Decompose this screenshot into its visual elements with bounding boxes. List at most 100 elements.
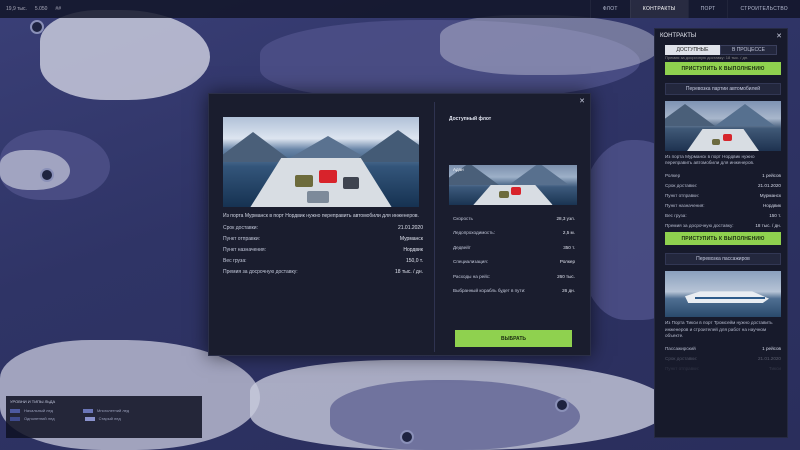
stat-key: Выбранный корабль будет в пути: <box>453 288 526 294</box>
ice-region <box>0 150 70 190</box>
detail-key: Пункт отправки: <box>665 365 700 371</box>
stat-row: Специализация: Ролкер <box>449 255 579 270</box>
ship-stats: Скорость 28,3 узл. Ледопроходимость: 2,5 м… <box>449 211 579 298</box>
panel-tabs: ДОСТУПНЫЕ В ПРОЦЕССЕ <box>665 45 777 55</box>
detail-row: Пункт отправки: Тикси <box>665 363 781 373</box>
detail-key: Пункт назначения: <box>665 202 705 208</box>
port-marker[interactable] <box>555 398 569 412</box>
select-button[interactable]: ВЫБРАТЬ <box>455 330 572 347</box>
detail-key: Срок доставки: <box>665 355 698 361</box>
nav-fleet[interactable]: ФЛОТ <box>589 0 630 18</box>
contract-image <box>665 271 781 318</box>
detail-key: Премия за досрочную доставку: <box>223 268 298 275</box>
port-marker[interactable] <box>30 20 44 34</box>
resource-stat: ## <box>55 6 61 12</box>
car-shape <box>307 191 329 203</box>
detail-row: Ролкер 1 рейсов <box>665 170 781 180</box>
legend-swatch <box>10 408 20 413</box>
start-contract-button[interactable]: ПРИСТУПИТЬ К ВЫПОЛНЕНИЮ <box>665 62 781 75</box>
nav-construction[interactable]: СТРОИТЕЛЬСТВО <box>727 0 800 18</box>
stat-row: Ледопроходимость: 2,5 м. <box>449 226 579 241</box>
divider <box>434 102 435 352</box>
tab-in-progress[interactable]: В ПРОЦЕССЕ <box>720 45 777 55</box>
resource-stats: 19,9 тыс. 5.050 ## <box>0 6 61 12</box>
contract-details: Ролкер 1 рейсов Срок доставки: 21.01.2020 … <box>665 170 781 230</box>
legend-label: Многолетний лед <box>97 408 130 413</box>
contract-description: Из порта Мурманск в порт Нордвик нужно п… <box>223 213 419 219</box>
stat-key: Расходы на рейс: <box>453 273 491 279</box>
car-shape <box>511 187 521 195</box>
mountain-shape <box>665 104 715 126</box>
tab-available[interactable]: ДОСТУПНЫЕ <box>665 45 720 55</box>
detail-value: 18 тыс. / дн. <box>395 268 423 275</box>
detail-key: Вес груза: <box>223 257 247 264</box>
detail-key: Премия за досрочную доставку: <box>665 222 734 228</box>
legend-label: Старый лед <box>98 416 121 421</box>
detail-key: Вес груза: <box>665 212 687 218</box>
detail-value: 1 рейсов <box>762 345 781 351</box>
legend-item: Однолетний лед <box>10 416 55 421</box>
legend-label: Начальный лед <box>24 408 53 413</box>
stat-value: 350 т. <box>563 244 575 250</box>
contract-title[interactable]: Перевозка пассажиров <box>665 253 781 266</box>
top-bar: 19,9 тыс. 5.050 ## ФЛОТ КОНТРАКТЫ ПОРТ С… <box>0 0 800 18</box>
stat-value: Ролкер <box>559 259 575 265</box>
detail-row: Премия за досрочную доставку: 18 тыс. / д… <box>665 220 781 230</box>
mountain-shape <box>715 104 775 126</box>
land-region <box>330 380 580 450</box>
stat-value: 260 тыс. <box>557 273 575 279</box>
detail-row: Срок доставки: 21.01.2020 <box>665 353 781 363</box>
ship-card[interactable]: Адан <box>449 165 577 205</box>
ice-legend: УРОВНИ И ТИПЫ ЛЬДА Начальный лед Многоле… <box>6 396 202 438</box>
detail-key: Срок доставки: <box>665 182 698 188</box>
contracts-list[interactable]: Премия за досрочную доставку: 18 тыс. / … <box>665 55 781 437</box>
stat-key: Скорость <box>453 215 473 221</box>
top-nav: ФЛОТ КОНТРАКТЫ ПОРТ СТРОИТЕЛЬСТВО <box>589 0 800 18</box>
contract-description: Из порта Мурманск в порт Нордвик нужно п… <box>665 154 755 166</box>
available-fleet: Доступный флот Адан Скорость 28,3 узл. Ле… <box>449 116 579 298</box>
port-marker[interactable] <box>40 168 54 182</box>
contract-title[interactable]: Перевозка партии автомобилей <box>665 83 781 95</box>
resource-stat: 5.050 <box>34 6 48 12</box>
detail-row: Срок доставки: 21.01.2020 <box>665 180 781 190</box>
panel-title: КОНТРАКТЫ <box>660 33 697 39</box>
stat-value: 28,3 узл. <box>556 215 575 221</box>
contract-image <box>223 117 419 207</box>
detail-key: Пассажирский <box>665 345 696 351</box>
ice-region <box>40 10 210 100</box>
close-icon[interactable]: ✕ <box>579 97 585 105</box>
contract-description: Из Порта Тикси в порт Тромсейм нужно дос… <box>665 320 773 338</box>
legend-title: УРОВНИ И ТИПЫ ЛЬДА <box>10 399 56 404</box>
detail-row: Пункт назначения: Нордвик <box>223 244 423 255</box>
port-marker[interactable] <box>400 430 414 444</box>
detail-row: Премия за досрочную доставку: 18 тыс. / д… <box>223 266 423 277</box>
detail-value: 18 тыс. / дн. <box>755 222 781 228</box>
detail-row: Пункт отправки: Мурманск <box>223 233 423 244</box>
stat-row: Дедвейт 350 т. <box>449 240 579 255</box>
detail-value: Мурманск <box>759 192 781 198</box>
close-icon[interactable]: ✕ <box>776 32 782 40</box>
contracts-panel: КОНТРАКТЫ ✕ ДОСТУПНЫЕ В ПРОЦЕССЕ Премия … <box>654 28 788 438</box>
nav-contracts[interactable]: КОНТРАКТЫ <box>629 0 688 18</box>
car-shape <box>319 170 337 183</box>
legend-label: Однолетний лед <box>24 416 55 421</box>
nav-port[interactable]: ПОРТ <box>687 0 728 18</box>
detail-key: Пункт отправки: <box>665 192 700 198</box>
detail-row: Пункт отправки: Мурманск <box>665 190 781 200</box>
stat-row: Расходы на рейс: 260 тыс. <box>449 269 579 284</box>
detail-key: Пункт назначения: <box>223 246 267 253</box>
detail-value: 1 рейсов <box>762 172 781 178</box>
truncated-row: Премия за досрочную доставку: 18 тыс. / … <box>665 55 749 60</box>
stat-key: Специализация: <box>453 259 488 265</box>
start-contract-button[interactable]: ПРИСТУПИТЬ К ВЫПОЛНЕНИЮ <box>665 232 781 246</box>
legend-item: Многолетний лед <box>83 408 129 413</box>
detail-value: Мурманск <box>399 235 423 242</box>
stat-key: Ледопроходимость: <box>453 230 495 236</box>
car-shape <box>723 134 732 141</box>
panel-header: КОНТРАКТЫ ✕ <box>655 29 787 43</box>
detail-value: Нордвик <box>762 202 781 208</box>
legend-item: Старый лед <box>84 416 121 421</box>
ship-stripe <box>695 297 765 300</box>
stat-key: Дедвейт <box>453 244 471 250</box>
contract-dialog: ✕ Из порта Мурманск в порт Нордвик нужно… <box>208 93 591 356</box>
